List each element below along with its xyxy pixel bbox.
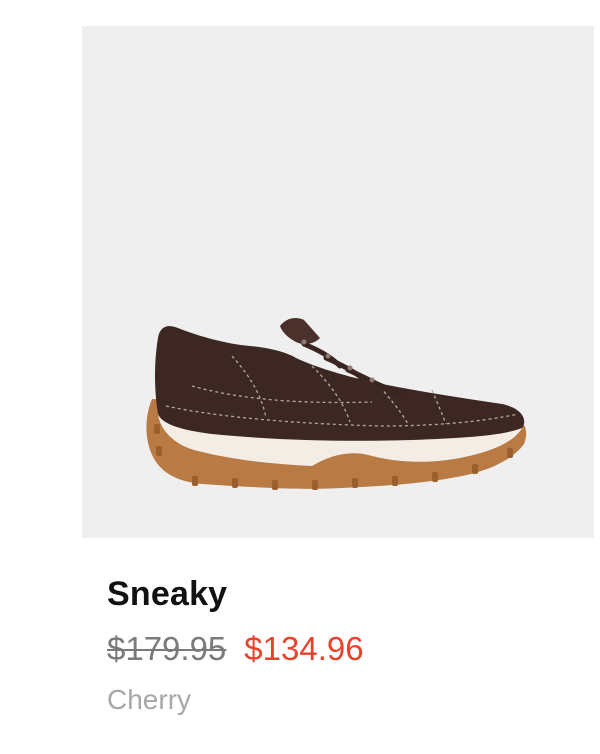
original-price: $179.95	[107, 630, 227, 667]
color-label: Cherry	[107, 684, 192, 715]
product-title[interactable]: Sneaky	[107, 575, 227, 614]
sneaker-image	[146, 318, 527, 490]
product-card: Sneaky $179.95 $134.96 Cherry	[0, 0, 600, 754]
price-row: $179.95 $134.96	[107, 630, 364, 668]
product-image[interactable]	[82, 26, 594, 538]
sale-price: $134.96	[244, 630, 364, 667]
